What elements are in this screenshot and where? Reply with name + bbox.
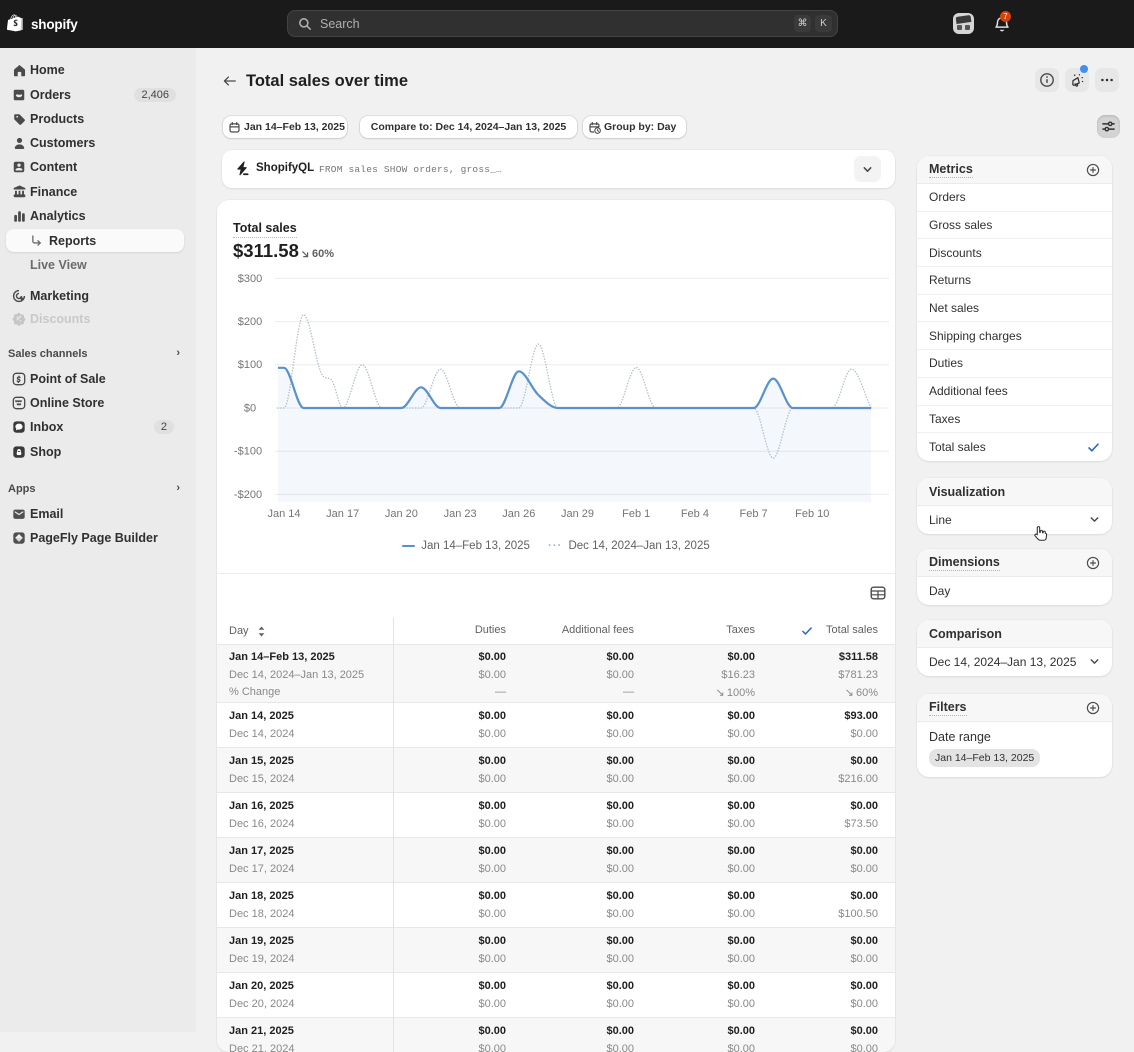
svg-text:$0: $0 <box>244 403 256 415</box>
svg-text:Jan 23: Jan 23 <box>444 508 477 520</box>
svg-text:-$100: -$100 <box>234 446 262 458</box>
svg-text:$100: $100 <box>238 359 262 371</box>
svg-text:Jan 14: Jan 14 <box>267 508 300 520</box>
svg-text:Feb 4: Feb 4 <box>681 508 709 520</box>
svg-text:Feb 1: Feb 1 <box>622 508 650 520</box>
svg-text:$300: $300 <box>238 273 262 285</box>
svg-text:Jan 26: Jan 26 <box>502 508 535 520</box>
svg-text:-$200: -$200 <box>234 489 262 501</box>
svg-text:Feb 7: Feb 7 <box>740 508 768 520</box>
svg-text:Jan 17: Jan 17 <box>326 508 359 520</box>
svg-text:$200: $200 <box>238 316 262 328</box>
svg-text:Jan 29: Jan 29 <box>561 508 594 520</box>
svg-text:Feb 10: Feb 10 <box>795 508 829 520</box>
svg-text:Jan 20: Jan 20 <box>385 508 418 520</box>
